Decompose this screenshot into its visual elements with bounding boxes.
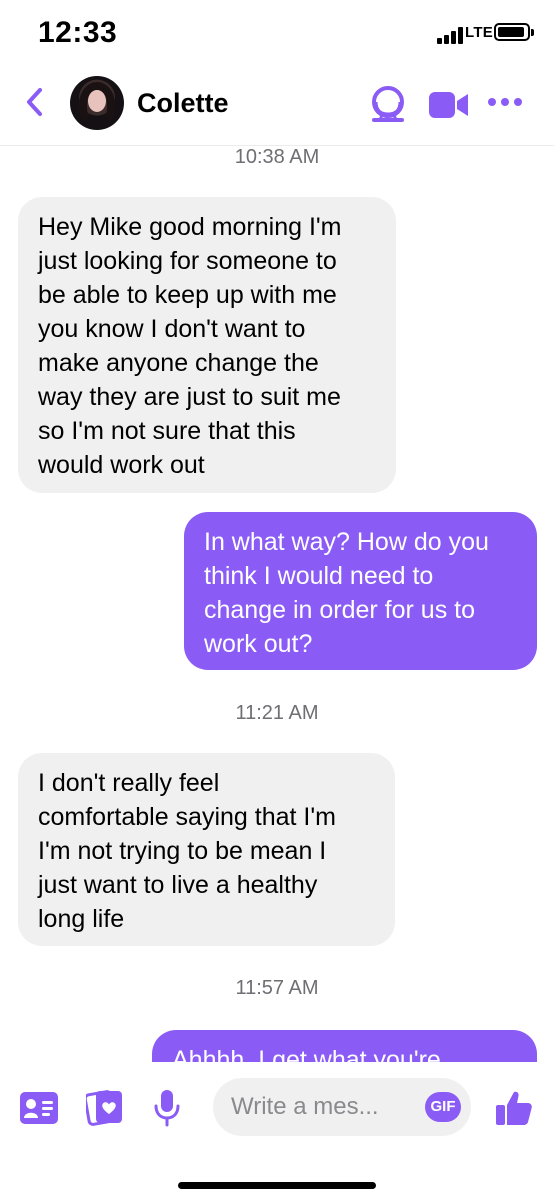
message-bubble-incoming[interactable]: Hey Mike good morning I'm just looking f… xyxy=(18,197,396,493)
photo-gallery-button[interactable] xyxy=(83,1088,124,1131)
like-button[interactable] xyxy=(494,1088,534,1133)
status-bar: 12:33 LTE xyxy=(0,0,554,62)
message-input-placeholder: Write a mes... xyxy=(231,1093,379,1120)
photo-gallery-icon xyxy=(83,1090,122,1126)
video-call-icon xyxy=(429,92,468,118)
home-indicator[interactable] xyxy=(178,1182,376,1189)
message-bubble-outgoing[interactable]: In what way? How do you think I would ne… xyxy=(184,512,537,670)
microphone-icon xyxy=(154,1090,180,1127)
timestamp: 10:38 AM xyxy=(234,146,320,168)
audio-call-icon xyxy=(372,86,404,122)
conversation-header: Colette xyxy=(0,62,554,146)
messenger-screen: 12:33 LTE Colette 10:38 AM Hey Mike good… xyxy=(0,0,554,1200)
voice-record-button[interactable] xyxy=(152,1088,182,1133)
avatar[interactable] xyxy=(70,76,124,130)
signal-icon xyxy=(437,26,463,44)
timestamp: 11:21 AM xyxy=(235,702,319,724)
timestamp: 11:57 AM xyxy=(235,977,319,999)
contact-card-icon xyxy=(20,1092,58,1124)
status-time: 12:33 xyxy=(38,16,118,49)
message-input[interactable]: Write a mes... GIF xyxy=(213,1078,471,1136)
chevron-left-icon xyxy=(27,88,42,116)
message-composer: Write a mes... GIF xyxy=(0,1062,554,1200)
contact-card-button[interactable] xyxy=(20,1092,58,1129)
network-label: LTE xyxy=(465,24,494,41)
audio-call-button[interactable] xyxy=(366,82,410,126)
message-bubble-incoming[interactable]: I don't really feel comfortable saying t… xyxy=(18,753,395,946)
gif-button[interactable]: GIF xyxy=(425,1092,461,1122)
more-icon xyxy=(488,98,496,106)
video-call-button[interactable] xyxy=(428,88,470,122)
contact-name[interactable]: Colette xyxy=(137,88,229,119)
back-button[interactable] xyxy=(18,82,52,122)
more-button[interactable] xyxy=(488,98,524,110)
battery-icon xyxy=(494,23,534,41)
like-thumb-icon xyxy=(496,1091,532,1125)
